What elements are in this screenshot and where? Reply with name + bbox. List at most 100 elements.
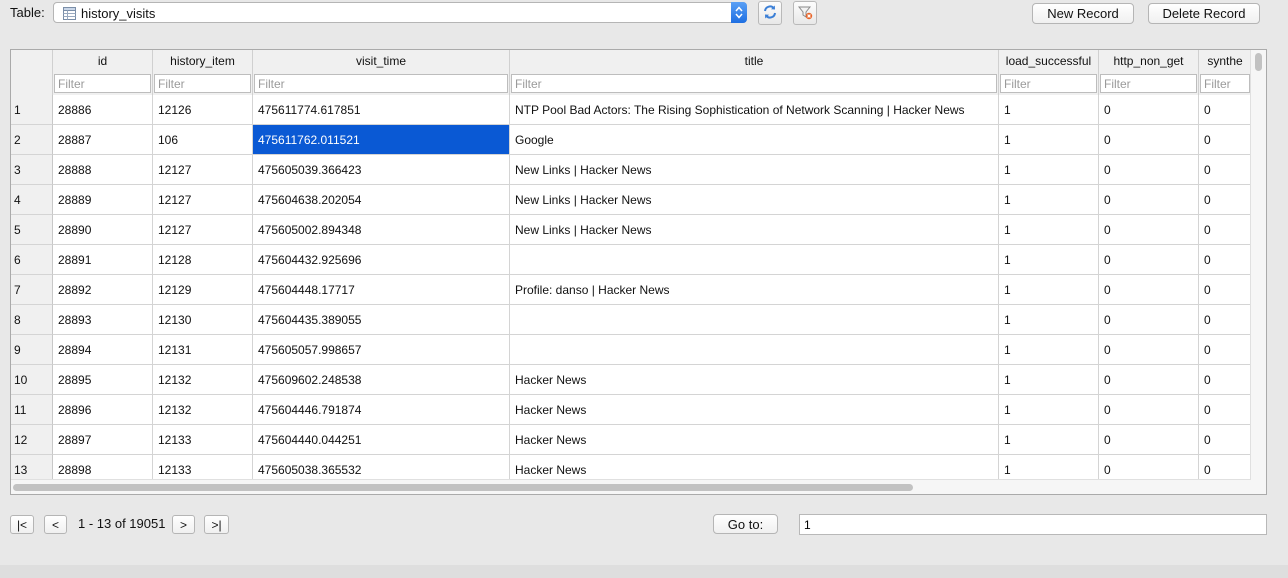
column-header-title[interactable]: title — [510, 50, 999, 73]
cell-http-non-get[interactable]: 0 — [1099, 125, 1199, 155]
table-row[interactable]: 5 28890 12127 475605002.894348 New Links | H… — [11, 215, 1251, 245]
cell-id[interactable]: 28890 — [53, 215, 153, 245]
prev-page-button[interactable]: < — [44, 515, 67, 534]
filter-input-id[interactable] — [54, 74, 151, 93]
cell-synthe[interactable]: 0 — [1199, 155, 1251, 185]
cell-title[interactable]: Hacker News — [510, 395, 999, 425]
cell-history-item[interactable]: 12128 — [153, 245, 253, 275]
vertical-scrollbar[interactable] — [1250, 50, 1266, 480]
cell-history-item[interactable]: 12132 — [153, 395, 253, 425]
cell-visit-time[interactable]: 475604638.202054 — [253, 185, 510, 215]
new-record-button[interactable]: New Record — [1032, 3, 1134, 24]
cell-title[interactable]: Hacker News — [510, 425, 999, 455]
filter-input-synthe[interactable] — [1200, 74, 1250, 93]
cell-id[interactable]: 28893 — [53, 305, 153, 335]
filter-input-history-item[interactable] — [154, 74, 251, 93]
cell-load-successful[interactable]: 1 — [999, 335, 1099, 365]
cell-history-item[interactable]: 12127 — [153, 215, 253, 245]
horizontal-scroll-thumb[interactable] — [13, 484, 913, 491]
cell-history-item[interactable]: 12127 — [153, 155, 253, 185]
cell-http-non-get[interactable]: 0 — [1099, 365, 1199, 395]
cell-id[interactable]: 28887 — [53, 125, 153, 155]
filter-input-load-successful[interactable] — [1000, 74, 1097, 93]
cell-visit-time[interactable]: 475604432.925696 — [253, 245, 510, 275]
table-row[interactable]: 11 28896 12132 475604446.791874 Hacker News 1… — [11, 395, 1251, 425]
table-row[interactable]: 4 28889 12127 475604638.202054 New Links | H… — [11, 185, 1251, 215]
column-header-visit-time[interactable]: visit_time — [253, 50, 510, 73]
cell-visit-time[interactable]: 475605002.894348 — [253, 215, 510, 245]
cell-synthe[interactable]: 0 — [1199, 305, 1251, 335]
cell-history-item[interactable]: 12126 — [153, 95, 253, 125]
cell-synthe[interactable]: 0 — [1199, 365, 1251, 395]
first-page-button[interactable]: |< — [10, 515, 34, 534]
filter-input-visit-time[interactable] — [254, 74, 508, 93]
cell-load-successful[interactable]: 1 — [999, 425, 1099, 455]
cell-visit-time[interactable]: 475604446.791874 — [253, 395, 510, 425]
cell-synthe[interactable]: 0 — [1199, 395, 1251, 425]
filter-input-title[interactable] — [511, 74, 997, 93]
cell-http-non-get[interactable]: 0 — [1099, 395, 1199, 425]
goto-button[interactable]: Go to: — [713, 514, 778, 534]
cell-title[interactable]: Hacker News — [510, 365, 999, 395]
cell-synthe[interactable]: 0 — [1199, 335, 1251, 365]
cell-history-item[interactable]: 12132 — [153, 365, 253, 395]
cell-id[interactable]: 28894 — [53, 335, 153, 365]
cell-load-successful[interactable]: 1 — [999, 275, 1099, 305]
table-row[interactable]: 10 28895 12132 475609602.248538 Hacker News 1… — [11, 365, 1251, 395]
clear-filters-button[interactable] — [793, 1, 817, 25]
cell-load-successful[interactable]: 1 — [999, 305, 1099, 335]
cell-load-successful[interactable]: 1 — [999, 215, 1099, 245]
cell-id[interactable]: 28886 — [53, 95, 153, 125]
table-row[interactable]: 9 28894 12131 475605057.998657 1 0 0 — [11, 335, 1251, 365]
cell-history-item[interactable]: 12133 — [153, 425, 253, 455]
data-grid[interactable]: id history_item visit_time title load_su… — [10, 49, 1267, 495]
cell-title[interactable]: Google — [510, 125, 999, 155]
cell-visit-time[interactable]: 475604448.17717 — [253, 275, 510, 305]
cell-history-item[interactable]: 12129 — [153, 275, 253, 305]
cell-title[interactable]: NTP Pool Bad Actors: The Rising Sophisti… — [510, 95, 999, 125]
cell-http-non-get[interactable]: 0 — [1099, 215, 1199, 245]
cell-visit-time[interactable]: 475609602.248538 — [253, 365, 510, 395]
cell-synthe[interactable]: 0 — [1199, 425, 1251, 455]
cell-http-non-get[interactable]: 0 — [1099, 335, 1199, 365]
cell-http-non-get[interactable]: 0 — [1099, 275, 1199, 305]
cell-id[interactable]: 28896 — [53, 395, 153, 425]
cell-load-successful[interactable]: 1 — [999, 365, 1099, 395]
column-header-synthe[interactable]: synthe — [1199, 50, 1251, 73]
cell-load-successful[interactable]: 1 — [999, 125, 1099, 155]
cell-http-non-get[interactable]: 0 — [1099, 305, 1199, 335]
cell-synthe[interactable]: 0 — [1199, 125, 1251, 155]
column-header-id[interactable]: id — [53, 50, 153, 73]
column-header-history-item[interactable]: history_item — [153, 50, 253, 73]
table-select[interactable]: history_visits — [53, 2, 747, 23]
cell-id[interactable]: 28897 — [53, 425, 153, 455]
horizontal-scrollbar[interactable] — [11, 479, 1251, 494]
cell-id[interactable]: 28895 — [53, 365, 153, 395]
cell-id[interactable]: 28889 — [53, 185, 153, 215]
table-row[interactable]: 6 28891 12128 475604432.925696 1 0 0 — [11, 245, 1251, 275]
cell-http-non-get[interactable]: 0 — [1099, 95, 1199, 125]
cell-visit-time[interactable]: 475611762.011521 — [253, 125, 510, 155]
table-row[interactable]: 8 28893 12130 475604435.389055 1 0 0 — [11, 305, 1251, 335]
vertical-scroll-thumb[interactable] — [1255, 53, 1262, 71]
cell-visit-time[interactable]: 475605039.366423 — [253, 155, 510, 185]
cell-http-non-get[interactable]: 0 — [1099, 425, 1199, 455]
cell-title[interactable]: Profile: danso | Hacker News — [510, 275, 999, 305]
cell-synthe[interactable]: 0 — [1199, 275, 1251, 305]
cell-history-item[interactable]: 12131 — [153, 335, 253, 365]
cell-load-successful[interactable]: 1 — [999, 155, 1099, 185]
cell-id[interactable]: 28891 — [53, 245, 153, 275]
cell-title[interactable] — [510, 245, 999, 275]
cell-history-item[interactable]: 106 — [153, 125, 253, 155]
cell-visit-time[interactable]: 475605057.998657 — [253, 335, 510, 365]
column-header-load-successful[interactable]: load_successful — [999, 50, 1099, 73]
cell-id[interactable]: 28892 — [53, 275, 153, 305]
cell-load-successful[interactable]: 1 — [999, 95, 1099, 125]
filter-input-http-non-get[interactable] — [1100, 74, 1197, 93]
cell-title[interactable]: New Links | Hacker News — [510, 215, 999, 245]
table-row[interactable]: 1 28886 12126 475611774.617851 NTP Pool Bad … — [11, 95, 1251, 125]
cell-visit-time[interactable]: 475611774.617851 — [253, 95, 510, 125]
cell-history-item[interactable]: 12130 — [153, 305, 253, 335]
cell-http-non-get[interactable]: 0 — [1099, 245, 1199, 275]
refresh-button[interactable] — [758, 1, 782, 25]
